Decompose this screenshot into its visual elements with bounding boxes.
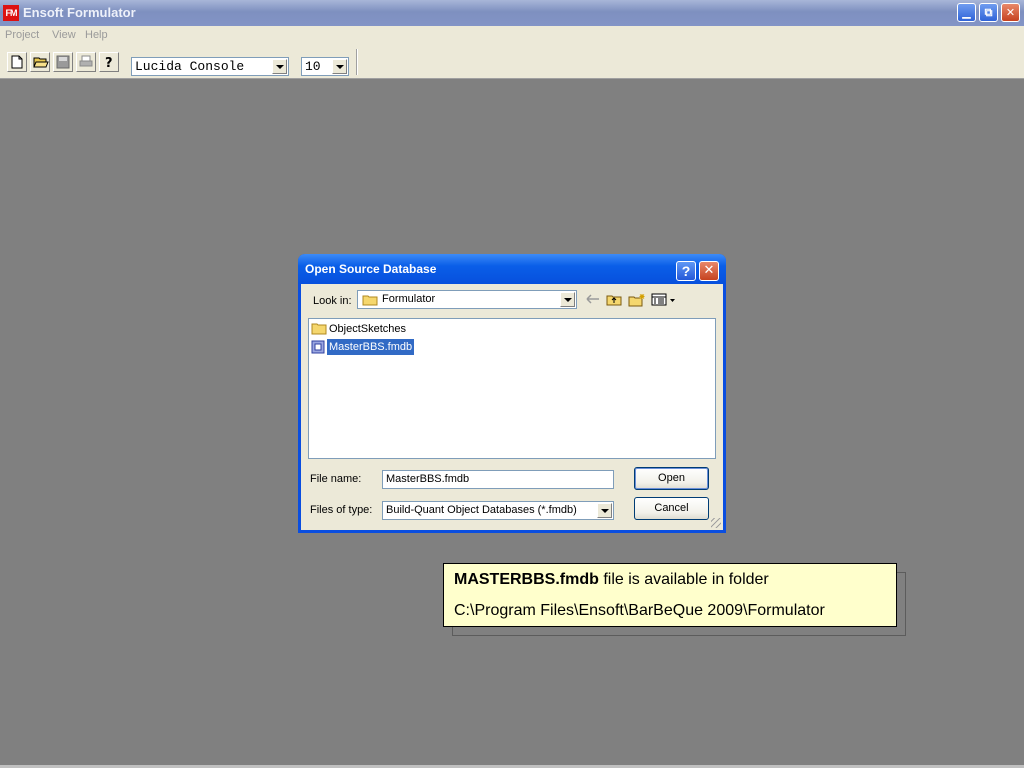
database-file-icon [311,340,325,354]
info-callout: MASTERBBS.fmdb file is available in fold… [443,563,897,627]
new-folder-icon[interactable] [628,293,646,307]
new-document-icon [11,55,23,69]
open-button[interactable] [30,52,50,72]
dialog-close-button[interactable]: ✕ [699,261,719,281]
look-in-label: Look in: [313,295,352,307]
question-mark-icon: ? [681,263,691,279]
chevron-down-icon[interactable] [597,503,612,518]
menu-bar: Project View Help [0,26,1024,46]
chevron-down-icon[interactable] [560,292,575,307]
restore-icon: ⧉ [984,6,993,19]
back-arrow-icon[interactable] [586,293,600,305]
svg-text:?: ? [105,56,113,69]
app-title-bar[interactable]: FM Ensoft Formulator ▁ ⧉ ✕ [0,0,1024,26]
callout-path: C:\Program Files\Ensoft\BarBeQue 2009\Fo… [454,602,825,619]
font-size-select[interactable]: 10 [301,57,349,76]
look-in-value: Formulator [382,293,436,305]
chevron-down-icon[interactable] [272,59,287,74]
dialog-help-button[interactable]: ? [676,261,696,281]
close-icon: ✕ [1005,6,1016,19]
new-button[interactable] [7,52,27,72]
dialog-body: Look in: Formulator ObjectSketches Maste… [301,284,723,530]
chevron-down-icon[interactable] [332,59,347,74]
help-button[interactable]: ? [99,52,119,72]
look-in-select[interactable]: Formulator [357,290,577,309]
toolbar-separator [356,49,358,75]
resize-grip-icon[interactable] [711,518,721,528]
file-list[interactable]: ObjectSketches MasterBBS.fmdb [308,318,716,459]
app-logo-icon: FM [3,5,19,21]
file-name-label: File name: [310,473,362,485]
cancel-button[interactable]: Cancel [634,497,709,520]
list-item-objectsketches[interactable]: ObjectSketches [311,321,431,337]
menu-help[interactable]: Help [85,29,108,41]
files-of-type-label: Files of type: [310,504,373,516]
open-button[interactable]: Open [634,467,709,490]
callout-text: file is available in folder [598,571,769,588]
open-folder-icon [33,57,49,68]
callout-line-1: MASTERBBS.fmdb file is available in fold… [454,571,769,589]
view-menu-icon[interactable] [651,293,677,306]
file-name-input-value: MasterBBS.fmdb [386,473,470,485]
menu-project[interactable]: Project [5,29,39,41]
file-name-input[interactable]: MasterBBS.fmdb [382,470,614,489]
print-icon [79,55,93,67]
files-of-type-select[interactable]: Build-Quant Object Databases (*.fmdb) [382,501,614,520]
up-folder-icon[interactable] [606,293,622,306]
font-name-value: Lucida Console [135,59,245,74]
dialog-title-bar[interactable]: Open Source Database ? ✕ [298,254,726,284]
help-icon: ? [105,56,113,69]
file-name: ObjectSketches [329,323,407,335]
save-icon [56,55,70,69]
close-icon: ✕ [703,263,715,278]
folder-icon [362,295,378,306]
file-name: MasterBBS.fmdb [325,338,416,356]
minimize-icon: ▁ [962,6,971,19]
folder-icon [311,323,327,335]
restore-button[interactable]: ⧉ [979,3,998,22]
font-size-value: 10 [305,59,321,74]
files-of-type-value: Build-Quant Object Databases (*.fmdb) [386,504,577,516]
app-title: Ensoft Formulator [23,5,136,20]
print-button[interactable] [76,52,96,72]
font-name-select[interactable]: Lucida Console [131,57,289,76]
minimize-button[interactable]: ▁ [957,3,976,22]
menu-view[interactable]: View [52,29,76,41]
callout-filename: MASTERBBS.fmdb [454,571,599,588]
list-item-masterbbs[interactable]: MasterBBS.fmdb [311,338,431,356]
close-button[interactable]: ✕ [1001,3,1020,22]
open-source-database-dialog: Open Source Database ? ✕ Look in: Formul… [298,254,726,533]
dialog-title: Open Source Database [305,262,437,276]
save-button[interactable] [53,52,73,72]
